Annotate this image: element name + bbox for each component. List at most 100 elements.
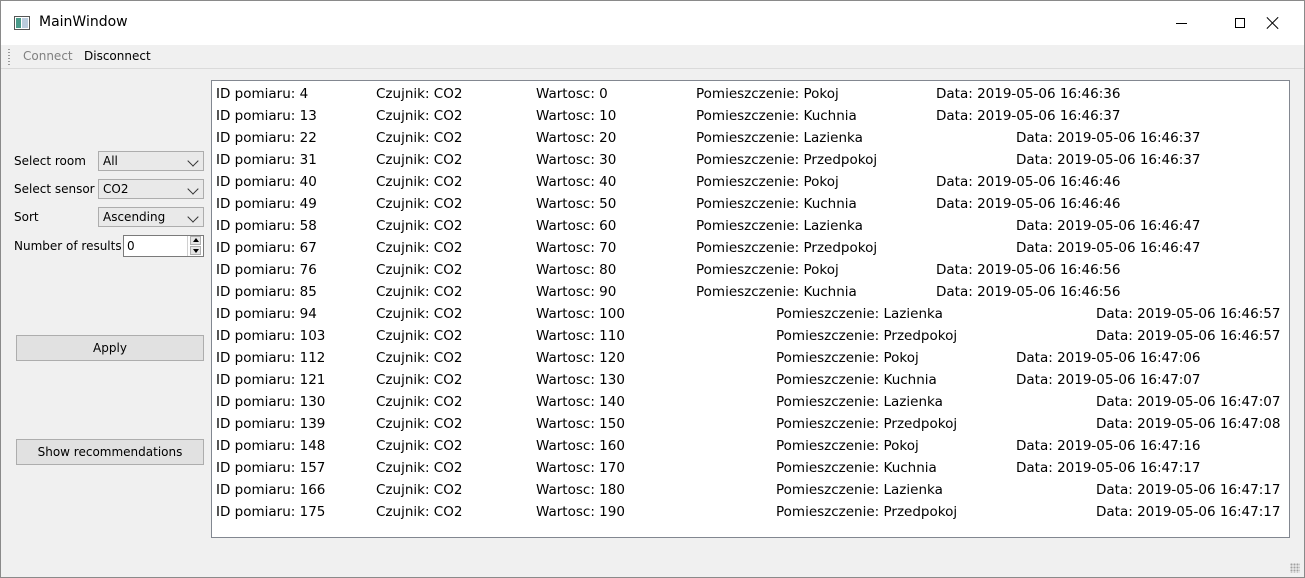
result-value: Wartosc: 40 (536, 174, 617, 190)
list-item[interactable]: ID pomiaru: 67 Czujnik: CO2 Wartosc: 70 Pom… (212, 237, 1289, 259)
result-value: Wartosc: 10 (536, 108, 617, 124)
connect-button[interactable]: Connect (23, 49, 73, 64)
list-item[interactable]: ID pomiaru: 58 Czujnik: CO2 Wartosc: 60 Pom… (212, 215, 1289, 237)
result-sensor: Czujnik: CO2 (376, 306, 463, 322)
result-value: Wartosc: 150 (536, 416, 625, 432)
list-item[interactable]: ID pomiaru: 94 Czujnik: CO2 Wartosc: 100 Po… (212, 303, 1289, 325)
result-room: Pomieszczenie: Przedpokoj (776, 504, 958, 520)
result-sensor: Czujnik: CO2 (376, 174, 463, 190)
show-recommendations-button[interactable]: Show recommendations (16, 439, 204, 465)
disconnect-button[interactable]: Disconnect (84, 49, 151, 64)
chevron-down-icon (187, 155, 199, 167)
result-date: Data: 2019-05-06 16:46:57 (1096, 328, 1281, 344)
list-item[interactable]: ID pomiaru: 13 Czujnik: CO2 Wartosc: 10 Pom… (212, 105, 1289, 127)
result-id: ID pomiaru: 4 (216, 86, 309, 102)
results-list[interactable]: ID pomiaru: 4 Czujnik: CO2 Wartosc: 0 Pomie… (211, 80, 1290, 538)
result-date: Data: 2019-05-06 16:46:57 (1096, 306, 1281, 322)
result-value: Wartosc: 80 (536, 262, 617, 278)
result-id: ID pomiaru: 40 (216, 174, 317, 190)
list-item[interactable]: ID pomiaru: 103 Czujnik: CO2 Wartosc: 110 P… (212, 325, 1289, 347)
list-item[interactable]: ID pomiaru: 157 Czujnik: CO2 Wartosc: 170 P… (212, 457, 1289, 479)
result-room: Pomieszczenie: Przedpokoj (776, 416, 958, 432)
result-value: Wartosc: 30 (536, 152, 617, 168)
resize-grip-icon[interactable] (1290, 563, 1300, 573)
minimize-button[interactable] (1152, 1, 1210, 45)
result-id: ID pomiaru: 121 (216, 372, 326, 388)
result-room: Pomieszczenie: Przedpokoj (696, 240, 878, 256)
result-room: Pomieszczenie: Pokoj (696, 174, 839, 190)
result-room: Pomieszczenie: Lazienka (696, 218, 863, 234)
result-value: Wartosc: 20 (536, 130, 617, 146)
sensor-select[interactable]: CO2 (98, 179, 204, 199)
toolbar-grip-icon[interactable] (8, 49, 10, 65)
result-date: Data: 2019-05-06 16:46:56 (936, 284, 1121, 300)
result-value: Wartosc: 180 (536, 482, 625, 498)
result-sensor: Czujnik: CO2 (376, 394, 463, 410)
result-room: Pomieszczenie: Lazienka (696, 130, 863, 146)
result-sensor: Czujnik: CO2 (376, 350, 463, 366)
apply-button[interactable]: Apply (16, 335, 204, 361)
sort-select[interactable]: Ascending (98, 207, 204, 227)
list-item[interactable]: ID pomiaru: 22 Czujnik: CO2 Wartosc: 20 Pom… (212, 127, 1289, 149)
result-id: ID pomiaru: 76 (216, 262, 317, 278)
result-room: Pomieszczenie: Przedpokoj (696, 152, 878, 168)
result-id: ID pomiaru: 67 (216, 240, 317, 256)
result-room: Pomieszczenie: Pokoj (776, 350, 919, 366)
result-room: Pomieszczenie: Kuchnia (696, 284, 857, 300)
minimize-icon (1175, 22, 1187, 24)
result-id: ID pomiaru: 157 (216, 460, 326, 476)
result-value: Wartosc: 170 (536, 460, 625, 476)
result-room: Pomieszczenie: Kuchnia (696, 196, 857, 212)
close-button[interactable] (1243, 1, 1303, 45)
result-sensor: Czujnik: CO2 (376, 416, 463, 432)
result-value: Wartosc: 120 (536, 350, 625, 366)
result-date: Data: 2019-05-06 16:47:08 (1096, 416, 1281, 432)
result-date: Data: 2019-05-06 16:46:37 (1016, 152, 1201, 168)
list-item[interactable]: ID pomiaru: 85 Czujnik: CO2 Wartosc: 90 Pom… (212, 281, 1289, 303)
list-item[interactable]: ID pomiaru: 49 Czujnik: CO2 Wartosc: 50 Pom… (212, 193, 1289, 215)
app-icon (14, 16, 30, 30)
chevron-down-icon (187, 183, 199, 195)
result-value: Wartosc: 100 (536, 306, 625, 322)
list-item[interactable]: ID pomiaru: 31 Czujnik: CO2 Wartosc: 30 Pom… (212, 149, 1289, 171)
list-item[interactable]: ID pomiaru: 166 Czujnik: CO2 Wartosc: 180 P… (212, 479, 1289, 501)
result-id: ID pomiaru: 112 (216, 350, 326, 366)
number-of-results-spinbox[interactable]: 0 (123, 235, 204, 257)
result-date: Data: 2019-05-06 16:46:37 (936, 108, 1121, 124)
result-date: Data: 2019-05-06 16:47:17 (1096, 482, 1281, 498)
result-room: Pomieszczenie: Kuchnia (776, 372, 937, 388)
list-item[interactable]: ID pomiaru: 112 Czujnik: CO2 Wartosc: 120 P… (212, 347, 1289, 369)
result-sensor: Czujnik: CO2 (376, 460, 463, 476)
result-date: Data: 2019-05-06 16:47:06 (1016, 350, 1201, 366)
close-icon (1266, 16, 1280, 30)
spin-up-icon[interactable] (190, 236, 201, 245)
sort-select-value: Ascending (103, 210, 166, 224)
result-id: ID pomiaru: 148 (216, 438, 326, 454)
list-item[interactable]: ID pomiaru: 4 Czujnik: CO2 Wartosc: 0 Pomie… (212, 83, 1289, 105)
chevron-down-icon (187, 211, 199, 223)
list-item[interactable]: ID pomiaru: 148 Czujnik: CO2 Wartosc: 160 P… (212, 435, 1289, 457)
list-item[interactable]: ID pomiaru: 40 Czujnik: CO2 Wartosc: 40 Pom… (212, 171, 1289, 193)
result-room: Pomieszczenie: Pokoj (696, 262, 839, 278)
result-id: ID pomiaru: 130 (216, 394, 326, 410)
list-item[interactable]: ID pomiaru: 76 Czujnik: CO2 Wartosc: 80 Pom… (212, 259, 1289, 281)
number-of-results-value: 0 (127, 239, 135, 253)
result-sensor: Czujnik: CO2 (376, 130, 463, 146)
title-bar[interactable]: MainWindow (1, 1, 1304, 45)
spin-down-icon[interactable] (190, 246, 201, 255)
result-id: ID pomiaru: 94 (216, 306, 317, 322)
list-item[interactable]: ID pomiaru: 139 Czujnik: CO2 Wartosc: 150 P… (212, 413, 1289, 435)
result-date: Data: 2019-05-06 16:47:07 (1016, 372, 1201, 388)
list-item[interactable]: ID pomiaru: 121 Czujnik: CO2 Wartosc: 130 P… (212, 369, 1289, 391)
room-select[interactable]: All (98, 151, 204, 171)
result-room: Pomieszczenie: Pokoj (776, 438, 919, 454)
result-value: Wartosc: 90 (536, 284, 617, 300)
result-sensor: Czujnik: CO2 (376, 152, 463, 168)
result-room: Pomieszczenie: Kuchnia (776, 460, 937, 476)
result-date: Data: 2019-05-06 16:46:46 (936, 196, 1121, 212)
list-item[interactable]: ID pomiaru: 130 Czujnik: CO2 Wartosc: 140 P… (212, 391, 1289, 413)
list-item[interactable]: ID pomiaru: 175 Czujnik: CO2 Wartosc: 190 P… (212, 501, 1289, 523)
result-sensor: Czujnik: CO2 (376, 438, 463, 454)
result-id: ID pomiaru: 31 (216, 152, 317, 168)
result-value: Wartosc: 130 (536, 372, 625, 388)
